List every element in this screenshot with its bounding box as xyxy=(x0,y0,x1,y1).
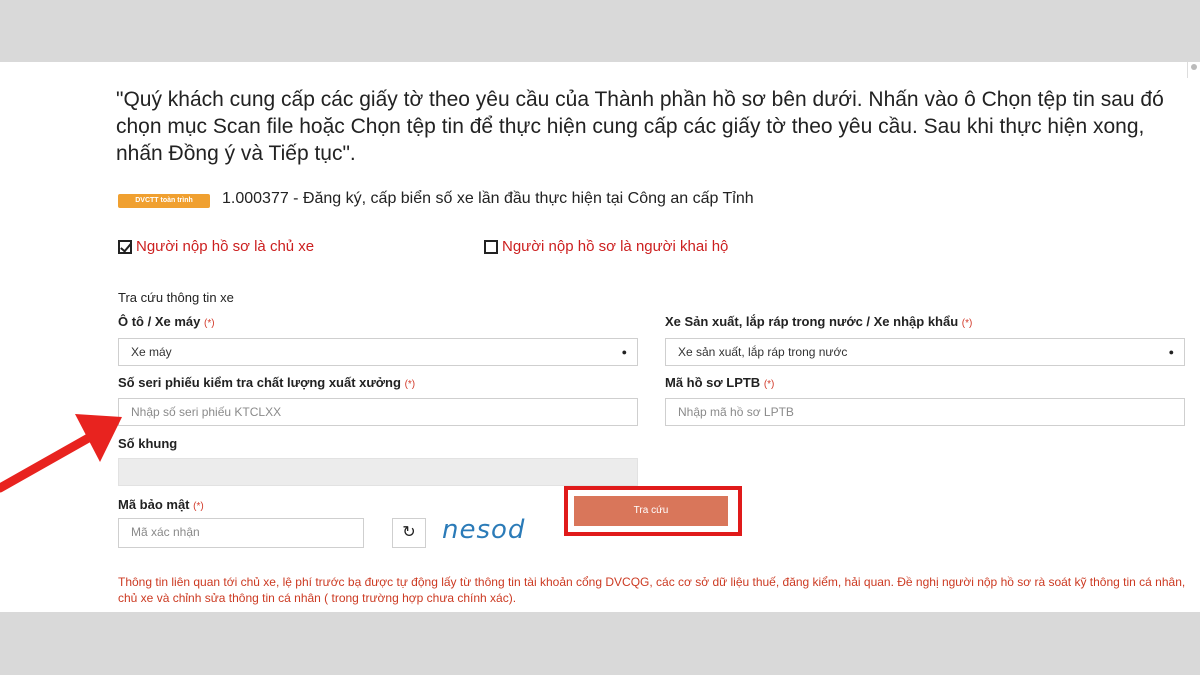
caret-down-icon: ● xyxy=(1168,347,1174,357)
declarant-checkbox[interactable] xyxy=(484,239,498,254)
required-mark: (*) xyxy=(763,379,775,390)
form-panel: "Quý khách cung cấp các giấy tờ theo yêu… xyxy=(0,62,1200,612)
security-code-input[interactable]: Mã xác nhận xyxy=(118,518,364,548)
serial-label: Số seri phiếu kiểm tra chất lượng xuất x… xyxy=(118,375,415,390)
owner-option-label: Người nộp hồ sơ là chủ xe xyxy=(136,238,315,255)
required-mark: (*) xyxy=(193,501,204,512)
vehicle-type-label-text: Ô tô / Xe máy xyxy=(118,314,201,329)
caret-down-icon: ● xyxy=(621,347,627,357)
serial-label-text: Số seri phiếu kiểm tra chất lượng xuất x… xyxy=(118,375,401,390)
service-badge: DVCTT toàn trình xyxy=(118,194,210,208)
scrollbar-thumb[interactable] xyxy=(1191,64,1197,70)
serial-input[interactable]: Nhập số seri phiếu KTCLXX xyxy=(118,398,638,426)
captcha-image: nesod xyxy=(442,515,526,545)
owner-option[interactable]: Người nộp hồ sơ là chủ xe xyxy=(118,238,314,255)
section-title: Tra cứu thông tin xe xyxy=(118,290,234,305)
required-mark: (*) xyxy=(204,318,215,329)
instruction-text: "Quý khách cung cấp các giấy tờ theo yêu… xyxy=(116,88,1164,165)
security-label-text: Mã bảo mật xyxy=(118,497,190,512)
vehicle-type-label: Ô tô / Xe máy (*) xyxy=(118,314,215,329)
origin-label-text: Xe Sản xuất, lắp ráp trong nước / Xe nhậ… xyxy=(665,314,959,329)
vehicle-type-select[interactable]: Xe máy ● xyxy=(118,338,638,366)
procedure-title: 1.000377 - Đăng ký, cấp biển số xe lần đ… xyxy=(222,190,754,208)
required-mark: (*) xyxy=(961,318,973,329)
lookup-button[interactable]: Tra cứu xyxy=(574,496,728,526)
origin-select[interactable]: Xe sản xuất, lắp ráp trong nước ● xyxy=(665,338,1185,366)
refresh-icon[interactable]: ↻ xyxy=(392,518,426,548)
frame-input xyxy=(118,458,638,486)
declarant-option[interactable]: Người nộp hồ sơ là người khai hộ xyxy=(484,238,728,255)
note-text: Thông tin liên quan tới chủ xe, lệ phí t… xyxy=(118,575,1186,605)
scrollbar[interactable] xyxy=(1187,62,1200,78)
procedure-code: 1.000377 xyxy=(222,190,289,207)
declarant-option-label: Người nộp hồ sơ là người khai hộ xyxy=(502,238,729,255)
frame-label: Số khung xyxy=(118,436,178,451)
lptb-label-text: Mã hồ sơ LPTB xyxy=(665,375,761,390)
vehicle-type-value: Xe máy xyxy=(131,345,172,359)
lptb-input[interactable]: Nhập mã hồ sơ LPTB xyxy=(665,398,1185,426)
origin-label: Xe Sản xuất, lắp ráp trong nước / Xe nhậ… xyxy=(665,314,972,329)
origin-value: Xe sản xuất, lắp ráp trong nước xyxy=(678,345,848,359)
required-mark: (*) xyxy=(404,379,416,390)
procedure-name: - Đăng ký, cấp biển số xe lần đầu thực h… xyxy=(288,190,754,207)
security-label: Mã bảo mật (*) xyxy=(118,497,204,512)
lptb-label: Mã hồ sơ LPTB (*) xyxy=(665,375,774,390)
owner-checkbox[interactable] xyxy=(118,239,132,254)
